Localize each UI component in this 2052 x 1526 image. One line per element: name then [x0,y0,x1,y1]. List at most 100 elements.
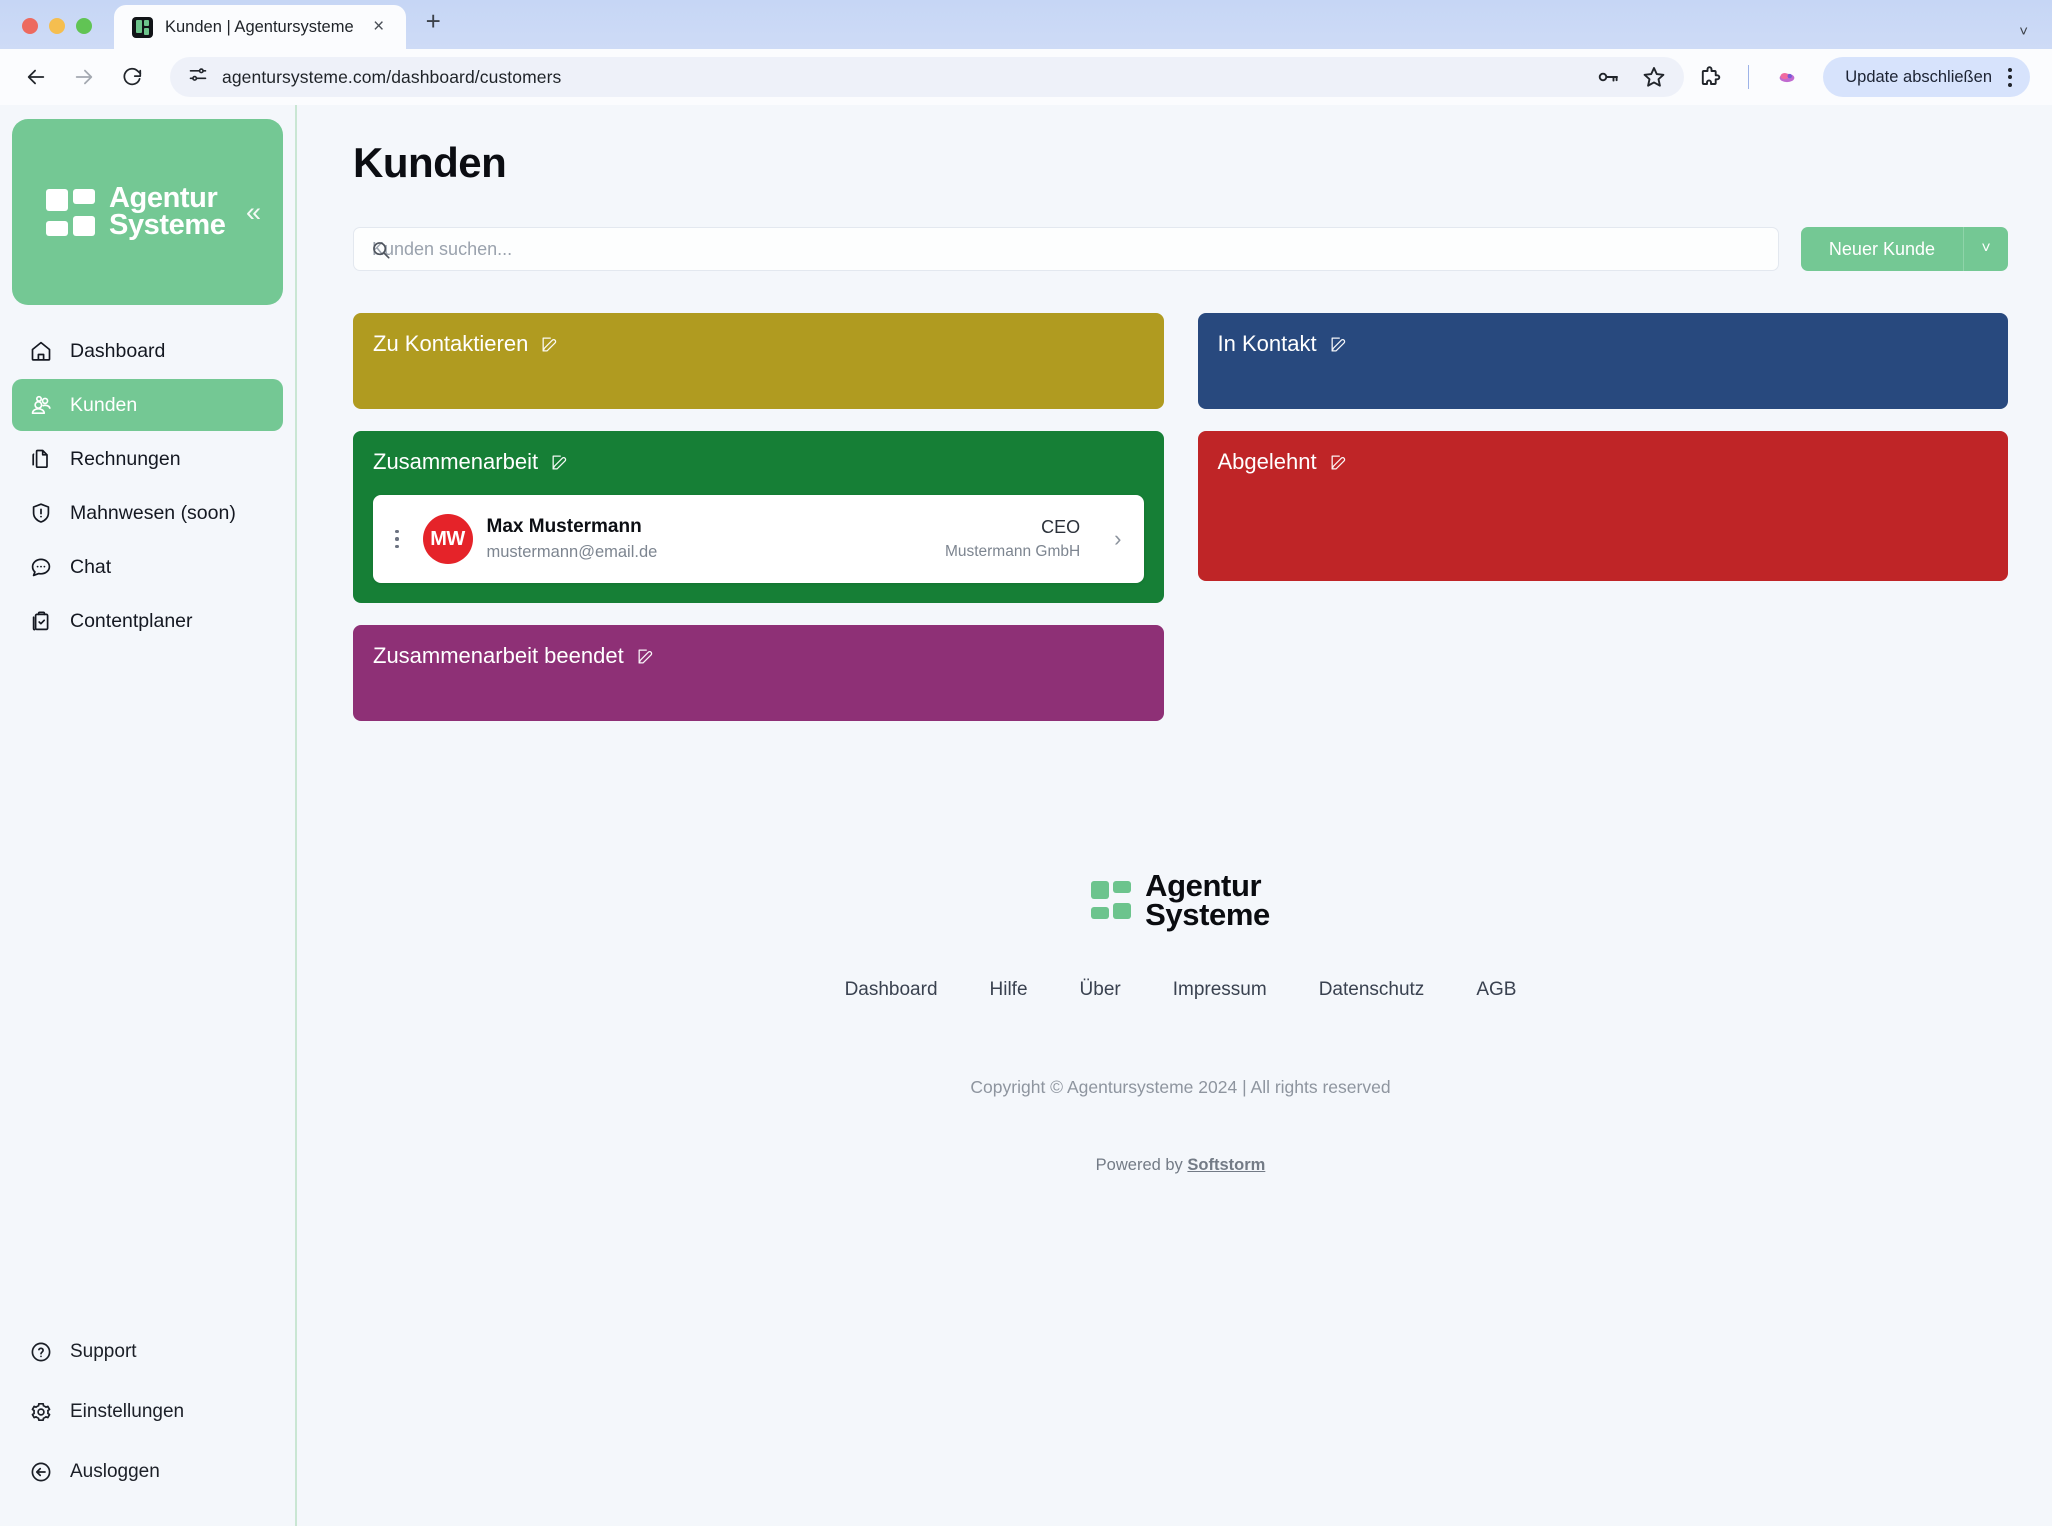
chevron-right-icon[interactable]: › [1114,526,1121,552]
clipboard-check-icon [28,608,54,634]
footer-link-dashboard[interactable]: Dashboard [845,979,938,1001]
close-window-button[interactable] [22,18,38,34]
search-field-wrapper[interactable] [353,227,1779,271]
sidebar-item-dashboard[interactable]: Dashboard [12,325,283,377]
collapse-sidebar-icon[interactable]: « [246,198,261,226]
footer-logo-text: Agentur Systeme [1145,870,1270,933]
sidebar: Agentur Systeme « Dashboard Kunden Rechn… [0,105,297,1526]
status-card-zusammenarbeit[interactable]: Zusammenarbeit MW Max Mustermann musterm… [353,431,1164,603]
new-customer-button-group[interactable]: Neuer Kunde ˅ [1800,227,2008,271]
sidebar-item-label: Mahnwesen (soon) [70,501,236,524]
customer-role: CEO [1041,517,1081,537]
sidebar-item-label: Einstellungen [70,1401,185,1422]
sidebar-nav: Dashboard Kunden Rechnungen Mahnwesen (s… [12,325,283,647]
sidebar-item-label: Ausloggen [70,1461,160,1482]
edit-pencil-icon[interactable] [636,647,655,666]
sidebar-item-kunden[interactable]: Kunden [12,379,283,431]
sidebar-item-rechnungen[interactable]: Rechnungen [12,433,283,485]
browser-tab[interactable]: Kunden | Agentursysteme × [114,5,406,49]
board-column-left: Zu Kontaktieren Zusammenarbeit MW Max Mu… [353,313,1164,721]
sidebar-item-contentplaner[interactable]: Contentplaner [12,595,283,647]
status-card-in-kontakt[interactable]: In Kontakt [1197,313,2008,409]
sidebar-logo-card[interactable]: Agentur Systeme « [12,119,283,305]
logout-icon [28,1459,54,1485]
status-card-title: Abgelehnt [1217,449,1317,474]
profile-avatar-icon[interactable] [1765,55,1809,99]
page-title: Kunden [353,139,507,186]
footer-link-ueber[interactable]: Über [1080,979,1121,1001]
sidebar-item-label: Kunden [70,393,138,416]
window-traffic-lights [22,18,92,49]
page-footer: Agentur Systeme Dashboard Hilfe Über Imp… [353,870,2008,1175]
status-card-header: Abgelehnt [1218,449,1989,475]
new-tab-button[interactable]: + [426,6,441,49]
agentursysteme-logo-icon [46,188,95,236]
tab-title: Kunden | Agentursysteme [165,17,354,36]
forward-button[interactable] [62,55,106,99]
agentursysteme-favicon [132,16,153,38]
edit-pencil-icon[interactable] [1329,335,1348,354]
sidebar-item-label: Support [70,1341,137,1362]
sidebar-item-ausloggen[interactable]: Ausloggen [12,1446,283,1498]
edit-pencil-icon[interactable] [1329,453,1348,472]
toolbar-divider [1748,65,1750,89]
status-card-zusammenarbeit-beendet[interactable]: Zusammenarbeit beendet [353,625,1164,721]
update-button[interactable]: Update abschließen [1823,57,2030,97]
chat-bubble-icon [28,554,54,580]
customer-options-icon[interactable] [385,529,409,549]
agentursysteme-logo-icon [1091,881,1132,920]
browser-menu-icon[interactable] [2002,67,2018,87]
footer-link-hilfe[interactable]: Hilfe [990,979,1028,1001]
url-text: agentursysteme.com/dashboard/customers [222,66,562,87]
address-bar[interactable]: agentursysteme.com/dashboard/customers [170,55,1685,99]
sidebar-item-chat[interactable]: Chat [12,541,283,593]
softstorm-link[interactable]: Softstorm [1187,1156,1265,1174]
sidebar-item-mahnwesen[interactable]: Mahnwesen (soon) [12,487,283,539]
sidebar-item-einstellungen[interactable]: Einstellungen [12,1386,283,1438]
customer-company: Mustermann GmbH [944,543,1081,560]
status-card-header: In Kontakt [1218,331,1989,357]
reload-button[interactable] [110,55,154,99]
footer-links: Dashboard Hilfe Über Impressum Datenschu… [845,979,1517,1001]
edit-pencil-icon[interactable] [550,453,569,472]
omnibox-actions [1586,55,1676,99]
status-card-header: Zu Kontaktieren [373,331,1144,357]
browser-toolbar: agentursysteme.com/dashboard/customers U… [0,49,2052,105]
gear-icon [28,1399,54,1425]
password-key-icon[interactable] [1586,55,1630,99]
footer-logo-line-2: Systeme [1145,897,1270,933]
footer-link-agb[interactable]: AGB [1476,979,1516,1001]
edit-pencil-icon[interactable] [540,335,559,354]
footer-link-datenschutz[interactable]: Datenschutz [1319,979,1425,1001]
update-button-label: Update abschließen [1845,67,1992,86]
status-card-abgelehnt[interactable]: Abgelehnt [1197,431,2008,581]
status-card-zu-kontaktieren[interactable]: Zu Kontaktieren [353,313,1164,409]
board-column-right: In Kontakt Abgelehnt [1197,313,2008,581]
minimize-window-button[interactable] [49,18,65,34]
status-card-header: Zusammenarbeit [373,449,1144,475]
home-icon [28,338,54,364]
app-viewport: Agentur Systeme « Dashboard Kunden Rechn… [0,105,2052,1526]
extensions-icon[interactable] [1688,55,1732,99]
close-tab-button[interactable]: × [366,16,392,38]
status-card-header: Zusammenarbeit beendet [373,643,1144,669]
back-button[interactable] [14,55,58,99]
tab-strip: Kunden | Agentursysteme × + ˅ [0,0,2052,49]
new-customer-button[interactable]: Neuer Kunde [1800,227,1963,271]
sidebar-item-label: Dashboard [70,339,166,362]
help-circle-icon [28,1339,54,1365]
footer-link-impressum[interactable]: Impressum [1173,979,1267,1001]
customer-name: Max Mustermann [486,516,642,537]
sidebar-logo-text: Agentur Systeme [109,183,226,239]
sidebar-item-support[interactable]: Support [12,1326,283,1378]
chevron-down-icon[interactable]: ˅ [2019,23,2028,40]
site-settings-icon[interactable] [188,65,208,90]
search-input[interactable] [372,238,1760,260]
customer-card[interactable]: MW Max Mustermann mustermann@email.de CE… [373,495,1144,583]
maximize-window-button[interactable] [76,18,92,34]
new-customer-dropdown-toggle[interactable]: ˅ [1964,227,2008,271]
customer-meta: CEO Mustermann GmbH [945,517,1080,561]
powered-by-text: Powered by Softstorm [1096,1156,1266,1175]
bookmark-star-icon[interactable] [1632,55,1676,99]
sidebar-item-label: Contentplaner [70,609,193,632]
